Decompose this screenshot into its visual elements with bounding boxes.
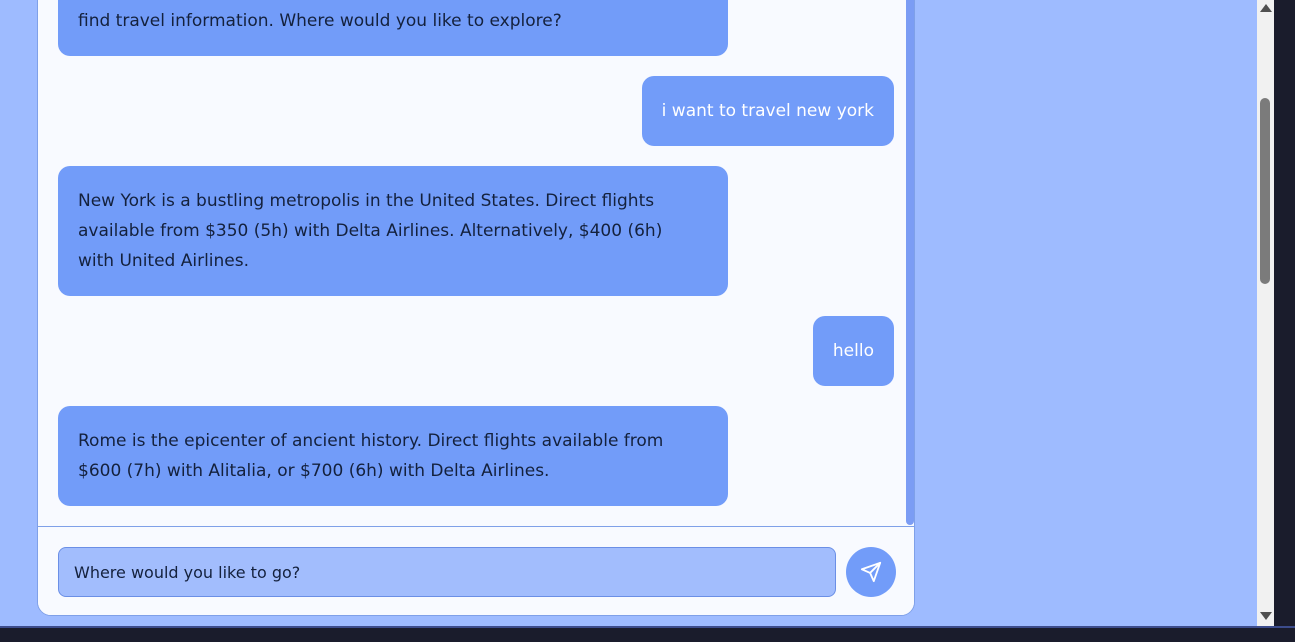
- send-button[interactable]: [846, 547, 896, 597]
- send-icon: [860, 561, 882, 583]
- message-line: Rome is the epicenter of ancient history…: [78, 431, 664, 451]
- user-message: hello: [812, 316, 894, 386]
- message-list-scrollbar[interactable]: [905, 0, 914, 526]
- assistant-message: New York is a bustling metropolis in the…: [58, 166, 728, 296]
- assistant-message: Rome is the epicenter of ancient history…: [58, 406, 728, 506]
- destination-input[interactable]: [58, 547, 836, 597]
- page-scrollbar[interactable]: [1257, 0, 1274, 626]
- composer: [38, 526, 914, 615]
- message-text: i want to travel new york: [661, 101, 874, 121]
- user-message: i want to travel new york: [641, 76, 894, 146]
- message-line: with United Airlines.: [78, 251, 250, 271]
- chat-panel: find travel information. Where would you…: [37, 0, 915, 616]
- scroll-up-arrow-icon[interactable]: [1260, 4, 1272, 12]
- message-text: hello: [832, 341, 874, 361]
- message-list[interactable]: find travel information. Where would you…: [38, 0, 914, 526]
- window-frame: [1274, 0, 1295, 642]
- assistant-message: find travel information. Where would you…: [58, 0, 728, 56]
- page-scroll-thumb[interactable]: [1260, 98, 1270, 284]
- page-background: find travel information. Where would you…: [0, 0, 1257, 626]
- scroll-down-arrow-icon[interactable]: [1260, 612, 1272, 620]
- message-line: $600 (7h) with Alitalia, or $700 (6h) wi…: [78, 461, 550, 481]
- message-list-scroll-thumb[interactable]: [906, 0, 914, 525]
- message-line: New York is a bustling metropolis in the…: [78, 191, 655, 211]
- message-line: find travel information. Where would you…: [78, 11, 562, 31]
- window-frame-bottom: [0, 626, 1295, 642]
- message-line: available from $350 (5h) with Delta Airl…: [78, 221, 663, 241]
